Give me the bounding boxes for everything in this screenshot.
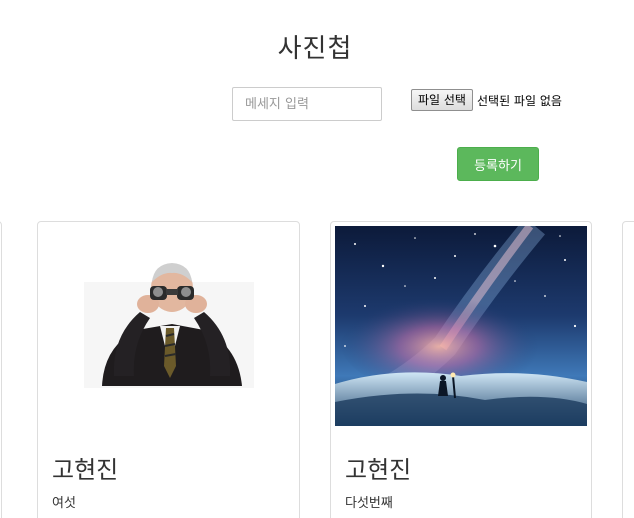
photo-card-partial-right (622, 221, 634, 518)
message-input[interactable] (232, 87, 382, 121)
file-picker: 파일 선택 선택된 파일 없음 (411, 88, 562, 112)
photo-card: 고현진 여섯 (37, 221, 300, 518)
card-name: 고현진 (52, 456, 119, 484)
page-title: 사진첩 (277, 34, 353, 64)
card-description: 다섯번째 (345, 496, 393, 511)
photo-card-partial-left (0, 221, 2, 518)
register-button[interactable]: 등록하기 (457, 147, 539, 181)
file-status-text: 선택된 파일 없음 (476, 93, 562, 108)
photo-album-page: 사진첩 파일 선택 선택된 파일 없음 등록하기 (0, 0, 634, 518)
card-name: 고현진 (345, 456, 412, 484)
card-description: 여섯 (52, 496, 76, 511)
night-sky-galaxy-illustration (335, 226, 587, 426)
man-with-binoculars-photo (42, 226, 294, 426)
photo-card: 고현진 다섯번째 (330, 221, 592, 518)
file-select-button[interactable]: 파일 선택 (411, 89, 473, 111)
